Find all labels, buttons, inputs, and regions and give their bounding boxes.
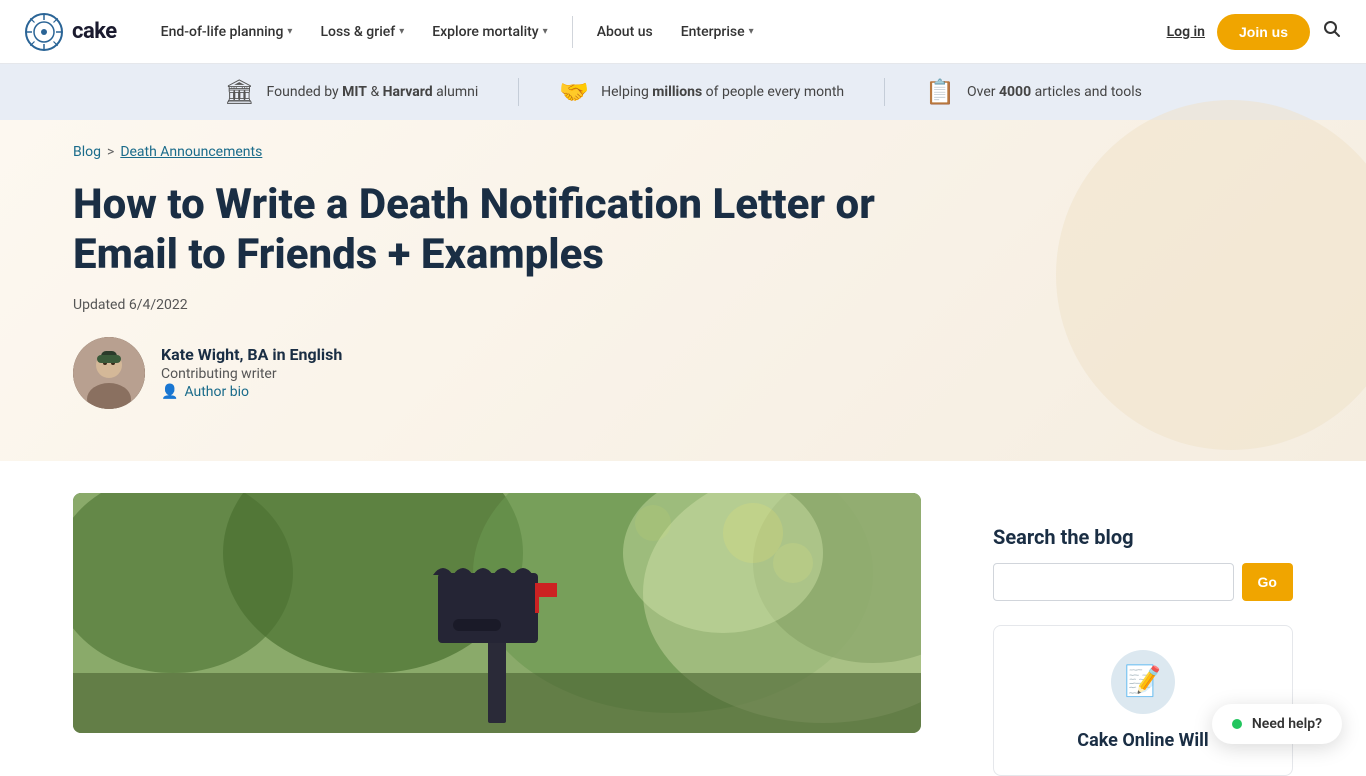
banner-item-articles: 📋 Over 4000 articles and tools (884, 78, 1182, 106)
author-avatar (73, 337, 145, 409)
handshake-icon: 🤝 (559, 78, 589, 106)
banner-item-founded: 🏛 Founded by MIT & Harvard alumni (184, 78, 518, 106)
article-body (73, 485, 993, 776)
nav-divider (572, 16, 573, 48)
breadcrumb-separator: > (107, 144, 114, 160)
nav-item-mortality[interactable]: Explore mortality ▾ (420, 16, 559, 48)
chevron-down-icon: ▾ (287, 26, 292, 37)
breadcrumb-current[interactable]: Death Announcements (120, 144, 262, 160)
sidebar-card-will: 📝 Cake Online Will (993, 625, 1293, 776)
document-icon: 📝 (1124, 664, 1161, 699)
main-content-area: Search the blog Go 📝 Cake Online Will (33, 461, 1333, 776)
search-blog-widget: Search the blog Go (993, 525, 1293, 601)
featured-image (73, 493, 921, 733)
banner-item-helping: 🤝 Helping millions of people every month (518, 78, 884, 106)
search-blog-form: Go (993, 563, 1293, 601)
author-block: Kate Wight, BA in English Contributing w… (73, 337, 933, 409)
author-role: Contributing writer (161, 366, 342, 382)
nav-item-eol[interactable]: End-of-life planning ▾ (149, 16, 305, 48)
nav-actions: Log in Join us (1167, 14, 1342, 50)
breadcrumb-blog-link[interactable]: Blog (73, 144, 101, 160)
author-bio-link[interactable]: 👤 Author bio (161, 384, 342, 400)
article-updated-date: Updated 6/4/2022 (73, 297, 933, 313)
article-title: How to Write a Death Notification Letter… (73, 180, 933, 281)
search-blog-button[interactable]: Go (1242, 563, 1293, 601)
author-name: Kate Wight, BA in English (161, 345, 342, 364)
breadcrumb: Blog > Death Announcements (73, 144, 933, 160)
search-icon[interactable] (1322, 19, 1342, 44)
join-button[interactable]: Join us (1217, 14, 1310, 50)
nav-item-about[interactable]: About us (585, 16, 665, 48)
chevron-down-icon: ▾ (399, 26, 404, 37)
logo-icon (24, 12, 64, 52)
hero-area: Blog > Death Announcements How to Write … (0, 120, 1366, 461)
sidebar-card-icon: 📝 (1111, 650, 1175, 714)
articles-icon: 📋 (925, 78, 955, 106)
chevron-down-icon: ▾ (749, 26, 754, 37)
nav-items: End-of-life planning ▾ Loss & grief ▾ Ex… (149, 16, 1167, 48)
search-blog-title: Search the blog (993, 525, 1293, 549)
nav-item-loss[interactable]: Loss & grief ▾ (308, 16, 416, 48)
chevron-down-icon: ▾ (543, 26, 548, 37)
login-button[interactable]: Log in (1167, 24, 1205, 40)
author-avatar-image (73, 337, 145, 409)
nav-item-enterprise[interactable]: Enterprise ▾ (669, 16, 766, 48)
author-info: Kate Wight, BA in English Contributing w… (161, 345, 342, 400)
logo-link[interactable]: cake (24, 12, 117, 52)
search-blog-input[interactable] (993, 563, 1234, 601)
main-column: Blog > Death Announcements How to Write … (73, 120, 993, 441)
person-icon: 👤 (161, 384, 178, 400)
chat-bubble[interactable]: Need help? (1212, 704, 1342, 744)
online-status-dot (1232, 719, 1242, 729)
chat-label: Need help? (1252, 716, 1322, 732)
institution-icon: 🏛 (224, 78, 254, 106)
trust-banner: 🏛 Founded by MIT & Harvard alumni 🤝 Help… (0, 64, 1366, 120)
logo-text: cake (72, 19, 117, 44)
navbar: cake End-of-life planning ▾ Loss & grief… (0, 0, 1366, 64)
